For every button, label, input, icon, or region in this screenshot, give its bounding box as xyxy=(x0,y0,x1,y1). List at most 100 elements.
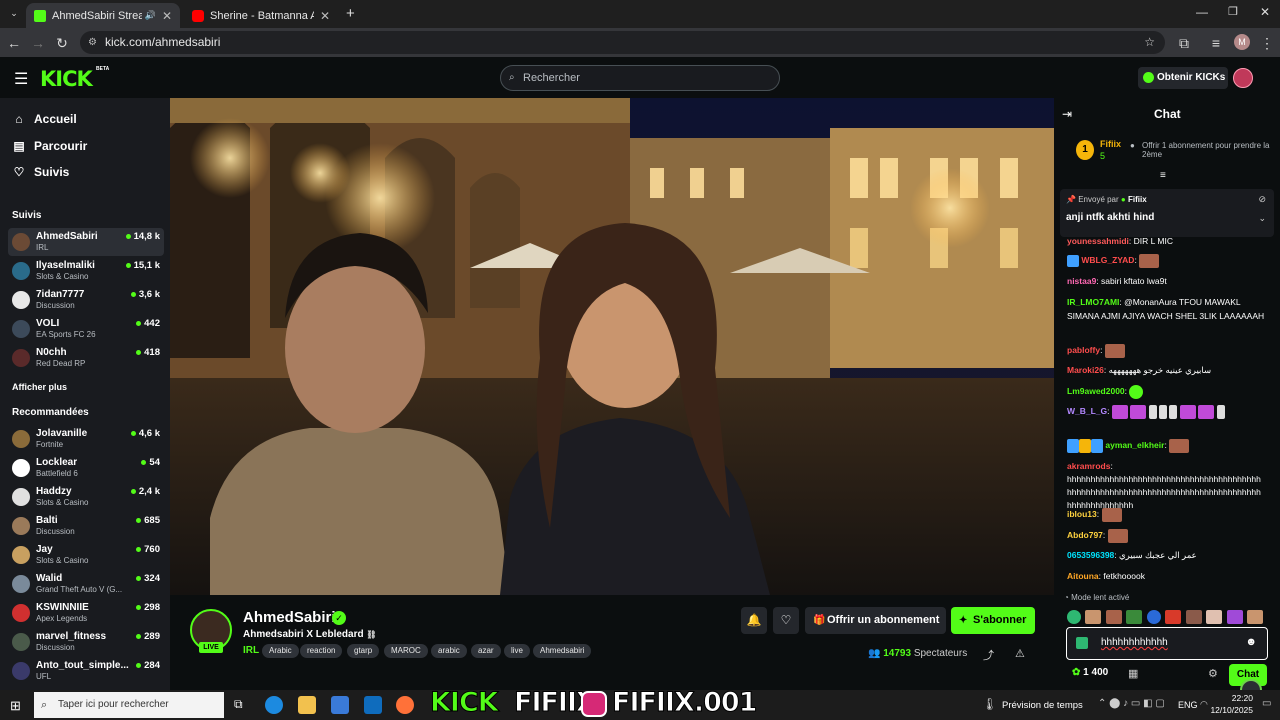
report-icon[interactable]: ⚠ xyxy=(1015,647,1025,660)
recommended-channel[interactable]: Locklear Battlefield 6 54 xyxy=(8,454,164,482)
followed-channel[interactable]: 7idan7777 Discussion 3,6 k xyxy=(8,286,164,314)
collapse-chat-icon[interactable]: ⇥ xyxy=(1062,107,1072,121)
firefox-icon[interactable] xyxy=(396,696,414,714)
outlook-icon[interactable] xyxy=(364,696,382,714)
extensions-icon[interactable]: ⧉ xyxy=(1174,33,1194,53)
nav-following[interactable]: ♡ Suivis xyxy=(12,162,70,182)
emote-icon[interactable] xyxy=(1206,609,1223,624)
recommended-channel[interactable]: marvel_fitness Discussion 289 xyxy=(8,628,164,656)
nav-browse[interactable]: ▤ Parcourir xyxy=(12,136,87,156)
recommended-channel[interactable]: Balti Discussion 685 xyxy=(8,512,164,540)
video-player[interactable] xyxy=(170,98,1054,595)
chat-input[interactable]: hhhhhhhhhhhh ☻ xyxy=(1066,627,1268,660)
recommended-channel[interactable]: Jolavanille Fortnite 4,6 k xyxy=(8,425,164,453)
chat-message[interactable]: younessahmidi: DIR L MIC xyxy=(1067,234,1265,248)
windows-start-icon[interactable]: ⊞ xyxy=(10,698,21,714)
followed-channel[interactable]: VOLI EA Sports FC 26 442 xyxy=(8,315,164,343)
emote-icon[interactable] xyxy=(1105,609,1122,624)
clock-time[interactable]: 22:20 xyxy=(1203,693,1253,703)
unpin-icon[interactable]: ⊘ xyxy=(1258,194,1266,205)
emote-icon[interactable] xyxy=(1067,609,1081,624)
tab-search-icon[interactable]: ⌄ xyxy=(4,3,24,23)
tab-youtube[interactable]: Sherine - Batmanna Ansak | لتو ✕ xyxy=(184,3,338,28)
calendar-icon[interactable]: ▦ xyxy=(1128,667,1138,680)
clock-date[interactable]: 12/10/2025 xyxy=(1203,705,1253,715)
speaker-icon[interactable]: 🔊 xyxy=(145,10,156,21)
followed-channel[interactable]: AhmedSabiri IRL 14,8 k xyxy=(8,228,164,256)
kick-logo[interactable]: KICK xyxy=(40,67,93,91)
search-input[interactable]: ⌕ Rechercher xyxy=(500,65,780,91)
nav-home[interactable]: ⌂ Accueil xyxy=(12,109,76,129)
user-avatar[interactable] xyxy=(1233,68,1253,88)
profile-avatar[interactable]: M xyxy=(1234,34,1250,50)
stream-category[interactable]: IRL xyxy=(243,645,259,656)
tag[interactable]: MAROC xyxy=(384,644,428,658)
tag[interactable]: arabic xyxy=(431,644,467,658)
get-kicks-button[interactable]: Obtenir KICKs xyxy=(1138,67,1228,89)
show-more-link[interactable]: Afficher plus xyxy=(12,382,67,392)
hamburger-menu-icon[interactable]: ☰ xyxy=(14,69,28,89)
close-tab-icon[interactable]: ✕ xyxy=(320,9,330,23)
emoji-picker-icon[interactable]: ☻ xyxy=(1245,636,1257,648)
channel-name[interactable]: AhmedSabiri xyxy=(243,609,336,626)
follow-heart-button[interactable]: ♡ xyxy=(773,607,799,634)
recommended-channel[interactable]: Anto_tout_simple... UFL 284 xyxy=(8,657,164,685)
emote-icon[interactable] xyxy=(1085,609,1102,624)
system-tray-icons[interactable]: ⌃ ⬤ ♪ ▭ ◧ ▢ xyxy=(1098,698,1165,709)
share-icon[interactable]: ⤴ xyxy=(983,647,994,663)
edge-browser-icon[interactable] xyxy=(265,696,283,714)
channel-points[interactable]: ✿ 1 400 xyxy=(1072,667,1108,678)
chat-message[interactable]: akramrods: xyxy=(1067,459,1265,473)
chat-message[interactable]: nistaa9: sabiri kftato lwa9t xyxy=(1067,274,1265,288)
reload-icon[interactable]: ↻ xyxy=(52,33,72,53)
top-gifter-name[interactable]: Fifiix xyxy=(1100,139,1121,149)
url-field[interactable]: ⚙ kick.com/ahmedsabiri ☆ xyxy=(80,31,1165,54)
file-explorer-icon[interactable] xyxy=(298,696,316,714)
tag[interactable]: live xyxy=(504,644,531,658)
weather-widget[interactable]: Prévision de temps xyxy=(1002,700,1083,711)
gift-offer-text[interactable]: ● Offrir 1 abonnement pour prendre la 2è… xyxy=(1130,141,1270,159)
browser-menu-icon[interactable]: ⋮ xyxy=(1257,33,1277,53)
notifications-icon[interactable]: ▭ xyxy=(1262,698,1271,709)
filter-icon[interactable]: ≡ xyxy=(1160,170,1166,181)
followed-channel[interactable]: Ilyaselmaliki Slots & Casino 15,1 k xyxy=(8,257,164,285)
chat-message[interactable]: 0653596398: عمر الي عجبك سبيري xyxy=(1067,548,1265,562)
restore-icon[interactable]: ❐ xyxy=(1228,5,1238,18)
followed-channel[interactable]: N0chh Red Dead RP 418 xyxy=(8,344,164,372)
chat-message[interactable]: WBLG_ZYAD: xyxy=(1067,253,1265,268)
tag[interactable]: reaction xyxy=(300,644,343,658)
close-window-icon[interactable]: ✕ xyxy=(1260,5,1270,19)
store-icon[interactable] xyxy=(331,696,349,714)
chat-message[interactable]: iblou13: xyxy=(1067,507,1265,522)
tag[interactable]: Arabic xyxy=(262,644,299,658)
back-icon[interactable]: ← xyxy=(4,33,24,53)
chevron-down-icon[interactable]: ⌄ xyxy=(1258,213,1266,224)
chat-message[interactable]: ayman_elkheir: xyxy=(1067,438,1265,453)
gift-subscription-button[interactable]: 🎁 Offrir un abonnement xyxy=(805,607,946,634)
recommended-channel[interactable]: Walid Grand Theft Auto V (G... 324 xyxy=(8,570,164,598)
chat-message[interactable]: W_B_L_G: xyxy=(1067,404,1265,419)
emote-icon[interactable] xyxy=(1165,609,1182,624)
tag[interactable]: Ahmedsabiri xyxy=(533,644,592,658)
emote-icon[interactable] xyxy=(1146,609,1161,624)
tab-kick-stream[interactable]: AhmedSabiri Stream - Watc 🔊 ✕ xyxy=(26,3,180,28)
emote-icon[interactable] xyxy=(1247,609,1264,624)
bookmark-star-icon[interactable]: ☆ xyxy=(1144,31,1155,54)
emote-icon[interactable] xyxy=(1126,609,1143,624)
chat-message[interactable]: Aitouna: fetkhooook xyxy=(1067,569,1265,583)
tag[interactable]: gtarp xyxy=(347,644,380,658)
recommended-channel[interactable]: KSWINNIIE Apex Legends 298 xyxy=(8,599,164,627)
tag[interactable]: azar xyxy=(471,644,501,658)
close-tab-icon[interactable]: ✕ xyxy=(162,9,172,23)
site-info-icon[interactable]: ⚙ xyxy=(88,31,97,54)
notification-bell-button[interactable]: 🔔 xyxy=(741,607,767,634)
task-view-icon[interactable]: ⧉ xyxy=(234,697,243,712)
new-tab-button[interactable]: + xyxy=(346,5,355,22)
chat-message[interactable]: Lm9awed2000: xyxy=(1067,384,1265,399)
minimize-icon[interactable]: — xyxy=(1196,5,1208,19)
subscribe-button[interactable]: ✦ S'abonner xyxy=(951,607,1035,634)
chat-message[interactable]: pabloffy: xyxy=(1067,343,1265,358)
emote-icon[interactable] xyxy=(1226,609,1243,624)
recommended-channel[interactable]: Haddzy Slots & Casino 2,4 k xyxy=(8,483,164,511)
language-indicator[interactable]: ENG xyxy=(1178,700,1198,710)
